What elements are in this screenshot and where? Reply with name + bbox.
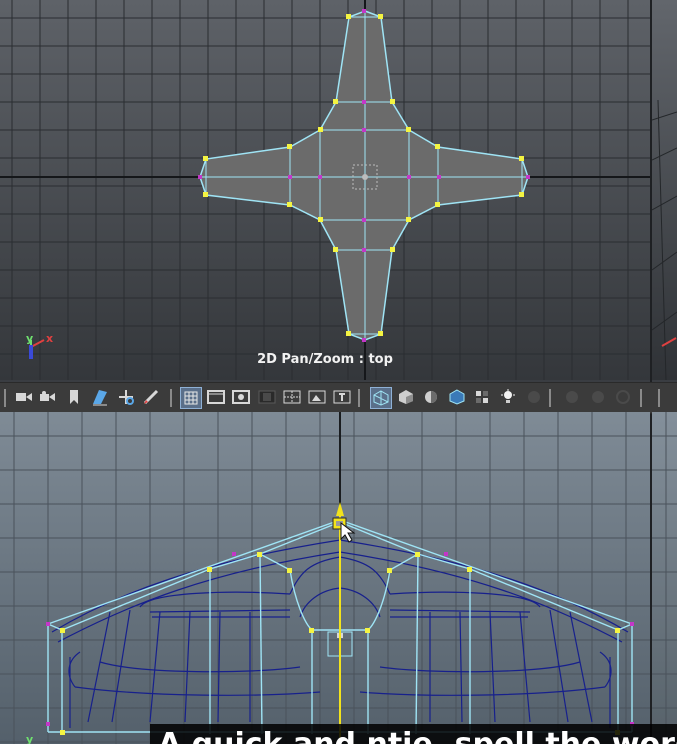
wireframe-icon[interactable] bbox=[370, 387, 392, 409]
film-gate-icon[interactable] bbox=[206, 387, 226, 407]
bookmark-icon[interactable] bbox=[64, 387, 84, 407]
resolution-gate-icon[interactable] bbox=[231, 387, 251, 407]
gate-mask-icon[interactable] bbox=[257, 387, 277, 407]
front-viewport-canvas: y bbox=[0, 412, 650, 744]
toolbar-separator bbox=[358, 389, 360, 407]
pivot-point bbox=[362, 174, 368, 180]
safe-action-icon[interactable] bbox=[307, 387, 327, 407]
top-viewport[interactable]: y x 2D Pan/Zoom : top bbox=[0, 0, 650, 380]
perspective-grid bbox=[652, 99, 677, 380]
2d-pan-zoom-icon[interactable] bbox=[116, 387, 136, 407]
field-chart-icon[interactable] bbox=[282, 387, 302, 407]
mouse-cursor-icon bbox=[340, 521, 356, 543]
viewport-grid bbox=[0, 412, 650, 744]
default-material-icon[interactable] bbox=[421, 387, 441, 407]
toolbar-separator bbox=[4, 389, 6, 407]
side-grid bbox=[652, 412, 677, 744]
depth-of-field-icon[interactable] bbox=[613, 387, 633, 407]
perspective-viewport-edge[interactable] bbox=[652, 0, 677, 380]
toolbar-separator bbox=[658, 389, 660, 407]
camera-attributes-icon[interactable] bbox=[38, 387, 58, 407]
textured-icon[interactable] bbox=[447, 387, 467, 407]
image-plane-icon[interactable] bbox=[90, 387, 110, 407]
smooth-shade-icon[interactable] bbox=[396, 387, 416, 407]
viewport-mode-label: 2D Pan/Zoom : top bbox=[257, 352, 393, 367]
shadows-icon[interactable] bbox=[498, 387, 518, 407]
grid-icon[interactable] bbox=[180, 387, 202, 409]
video-caption: A quick and ntie. spell the words bbox=[150, 724, 677, 744]
axis-label-y: y bbox=[26, 733, 33, 744]
use-all-lights-icon[interactable] bbox=[472, 387, 492, 407]
anti-aliasing-icon[interactable] bbox=[588, 387, 608, 407]
screen-space-ao-icon[interactable] bbox=[524, 387, 544, 407]
camera-icon[interactable] bbox=[14, 387, 34, 407]
front-viewport[interactable]: y bbox=[0, 412, 650, 744]
axis-label-y: y bbox=[26, 332, 33, 345]
caption-text: A quick and ntie. spell the words bbox=[158, 730, 677, 744]
grease-pencil-icon[interactable] bbox=[141, 387, 161, 407]
toolbar-separator bbox=[640, 389, 642, 407]
star-mesh[interactable] bbox=[198, 9, 530, 342]
side-viewport-edge[interactable] bbox=[652, 412, 677, 744]
axis-label-x: x bbox=[46, 332, 53, 345]
toolbar-separator bbox=[170, 389, 172, 407]
toolbar-separator bbox=[549, 389, 551, 407]
safe-title-icon[interactable] bbox=[332, 387, 352, 407]
motion-blur-icon[interactable] bbox=[562, 387, 582, 407]
top-viewport-canvas: y x bbox=[0, 0, 650, 380]
panel-toolbar bbox=[0, 382, 677, 414]
